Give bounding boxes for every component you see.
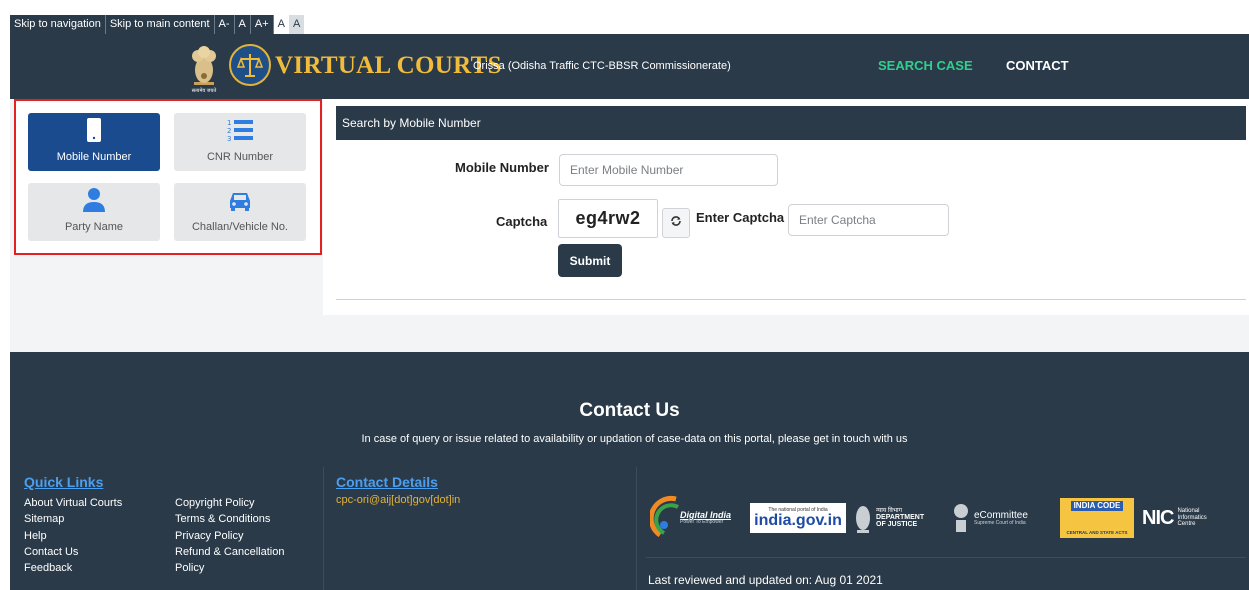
ecommittee-logo[interactable]: eCommittee Supreme Court of India xyxy=(952,502,1052,534)
svg-text:3: 3 xyxy=(227,135,231,142)
mobile-number-input[interactable] xyxy=(559,154,778,186)
refresh-icon xyxy=(670,214,682,232)
skip-main-content-link[interactable]: Skip to main content xyxy=(106,15,215,34)
search-by-party-label: Party Name xyxy=(64,221,124,233)
virtual-courts-logo-icon xyxy=(229,44,271,86)
footer-link-sitemap[interactable]: Sitemap xyxy=(24,511,122,527)
font-normal-button[interactable]: A xyxy=(235,15,251,34)
ecommittee-tagline: Supreme Court of India xyxy=(974,519,1026,526)
form-title: Search by Mobile Number xyxy=(336,106,1246,140)
footer-link-copyright[interactable]: Copyright Policy xyxy=(175,495,284,511)
contrast-light-button[interactable]: A xyxy=(273,15,289,34)
contrast-dark-button[interactable]: A xyxy=(288,15,305,34)
search-by-cnr-tab[interactable]: 1 2 3 CNR Number xyxy=(174,113,306,171)
nav-search-case[interactable]: SEARCH CASE xyxy=(878,58,973,73)
captcha-image: eg4rw2 xyxy=(558,199,658,238)
footer-link-help[interactable]: Help xyxy=(24,528,122,544)
mobile-phone-icon xyxy=(87,118,101,147)
contact-us-subtitle: In case of query or issue related to ava… xyxy=(361,433,908,445)
department-of-justice-logo[interactable]: न्याय विभाग DEPARTMENT OF JUSTICE xyxy=(854,502,944,534)
search-options-panel: Mobile Number 1 2 3 CNR Number Party Nam… xyxy=(14,99,322,255)
nic-fullname: National Informatics Centre xyxy=(1177,508,1207,528)
footer-divider xyxy=(636,467,637,590)
emblem-icon xyxy=(856,506,870,533)
contact-details-heading: Contact Details xyxy=(336,474,438,490)
emblem-caption: सत्यमेव जयते xyxy=(192,87,217,94)
search-by-party-tab[interactable]: Party Name xyxy=(28,183,160,241)
india-gov-logo[interactable]: The national portal of India india.gov.i… xyxy=(750,503,846,533)
contact-us-heading: Contact Us xyxy=(579,400,680,421)
nic-logo[interactable]: NIC National Informatics Centre xyxy=(1142,507,1218,530)
mobile-number-label: Mobile Number xyxy=(455,160,549,175)
search-by-mobile-tab[interactable]: Mobile Number xyxy=(28,113,160,171)
captcha-input[interactable] xyxy=(788,204,949,236)
svg-text:1: 1 xyxy=(227,119,231,127)
last-reviewed-text: Last reviewed and updated on: Aug 01 202… xyxy=(648,573,883,587)
footer-link-about[interactable]: About Virtual Courts xyxy=(24,495,122,511)
enter-captcha-label: Enter Captcha xyxy=(696,210,785,225)
accessibility-bar: Skip to navigation Skip to main content … xyxy=(10,15,305,34)
site-title[interactable]: VIRTUAL COURTS xyxy=(275,52,502,80)
nic-text: NIC xyxy=(1142,506,1174,529)
footer-divider xyxy=(646,557,1246,558)
footer-link-privacy[interactable]: Privacy Policy xyxy=(175,528,284,544)
font-increase-button[interactable]: A+ xyxy=(251,15,274,34)
footer-link-feedback[interactable]: Feedback xyxy=(24,560,122,576)
quick-links-heading: Quick Links xyxy=(24,474,104,490)
footer-link-refund[interactable]: Refund & Cancellation xyxy=(175,544,284,560)
digital-india-logo[interactable]: Digital India Power To Empower xyxy=(650,494,742,542)
quick-links-col-1: About Virtual Courts Sitemap Help Contac… xyxy=(24,495,122,576)
india-code-text: INDIA CODE xyxy=(1070,501,1124,511)
search-by-challan-tab[interactable]: Challan/Vehicle No. xyxy=(174,183,306,241)
numbered-list-icon: 1 2 3 xyxy=(227,118,253,147)
court-name: Orissa (Odisha Traffic CTC-BBSR Commissi… xyxy=(473,60,731,72)
submit-button[interactable]: Submit xyxy=(558,244,622,277)
nav-contact[interactable]: CONTACT xyxy=(1006,58,1069,73)
digital-india-icon xyxy=(650,495,679,538)
font-decrease-button[interactable]: A- xyxy=(215,15,235,34)
contact-email-link[interactable]: cpc-ori@aij[dot]gov[dot]in xyxy=(336,494,460,506)
car-icon xyxy=(228,190,252,217)
captcha-label: Captcha xyxy=(496,214,548,229)
footer-link-policy[interactable]: Policy xyxy=(175,560,284,576)
india-code-logo[interactable]: INDIA CODE CENTRAL AND STATE ACTS xyxy=(1060,498,1134,538)
site-header: सत्यमेव जयते VIRTUAL COURTS Orissa (Odis… xyxy=(10,34,1249,99)
svg-text:2: 2 xyxy=(227,127,231,135)
footer-divider xyxy=(323,467,324,590)
doj-text: DEPARTMENT OF JUSTICE xyxy=(876,513,925,529)
partner-logos: Digital India Power To Empower The natio… xyxy=(650,492,1218,544)
form-divider xyxy=(336,299,1246,300)
footer-link-contact[interactable]: Contact Us xyxy=(24,544,122,560)
refresh-captcha-button[interactable] xyxy=(662,208,690,238)
india-code-tagline: CENTRAL AND STATE ACTS xyxy=(1066,529,1128,535)
india-gov-text: india.gov.in xyxy=(754,511,842,529)
search-by-mobile-label: Mobile Number xyxy=(56,151,132,163)
search-by-challan-label: Challan/Vehicle No. xyxy=(191,221,288,233)
national-emblem-icon: सत्यमेव जयते xyxy=(186,42,222,94)
footer-link-terms[interactable]: Terms & Conditions xyxy=(175,511,284,527)
user-icon xyxy=(82,188,106,217)
quick-links-col-2: Copyright Policy Terms & Conditions Priv… xyxy=(175,495,284,576)
search-by-cnr-label: CNR Number xyxy=(206,151,273,163)
emblem-icon xyxy=(954,504,968,532)
digital-india-tagline: Power To Empower xyxy=(680,519,724,525)
skip-navigation-link[interactable]: Skip to navigation xyxy=(10,15,106,34)
